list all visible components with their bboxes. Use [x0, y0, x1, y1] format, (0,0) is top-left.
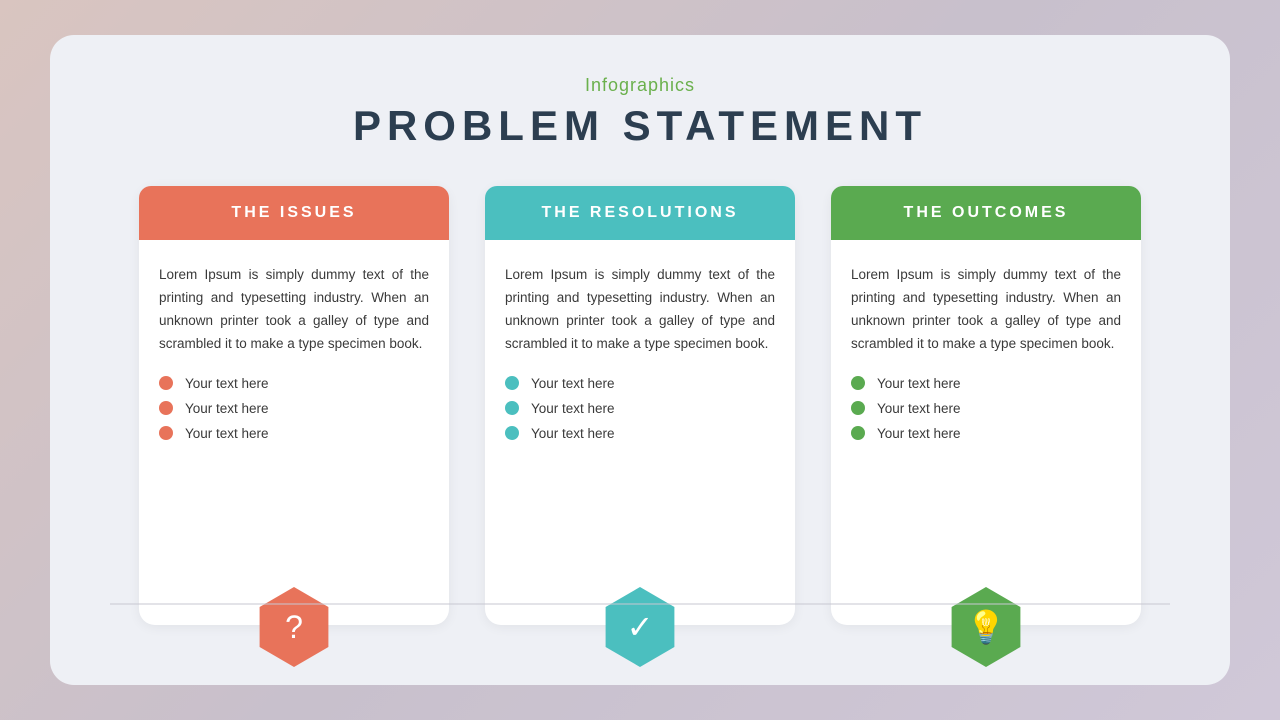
resolutions-bullet-3: Your text here	[531, 426, 615, 441]
list-item: Your text here	[505, 401, 775, 416]
outcomes-bullet-1: Your text here	[877, 376, 961, 391]
outcomes-bullet-list: Your text here Your text here Your text …	[851, 376, 1121, 441]
resolutions-bullet-list: Your text here Your text here Your text …	[505, 376, 775, 441]
outcomes-card: THE OUTCOMES Lorem Ipsum is simply dummy…	[831, 186, 1141, 625]
slide-header: Infographics PROBLEM STATEMENT	[353, 75, 927, 150]
slide-container: Infographics PROBLEM STATEMENT THE ISSUE…	[50, 35, 1230, 685]
question-mark-icon: ?	[254, 587, 334, 667]
issues-card: THE ISSUES Lorem Ipsum is simply dummy t…	[139, 186, 449, 625]
list-item: Your text here	[505, 376, 775, 391]
cards-container: THE ISSUES Lorem Ipsum is simply dummy t…	[110, 186, 1170, 625]
outcomes-card-title: THE OUTCOMES	[904, 204, 1069, 221]
list-item: Your text here	[851, 401, 1121, 416]
list-item: Your text here	[851, 426, 1121, 441]
list-item: Your text here	[851, 376, 1121, 391]
main-title: PROBLEM STATEMENT	[353, 102, 927, 150]
outcomes-card-header: THE OUTCOMES	[831, 186, 1141, 240]
bottom-divider	[110, 603, 1170, 605]
list-item: Your text here	[159, 401, 429, 416]
resolutions-card-body: Lorem Ipsum is simply dummy text of the …	[485, 240, 795, 595]
lightbulb-icon: 💡	[946, 587, 1026, 667]
bullet-dot-icon	[851, 426, 865, 440]
issues-bullet-list: Your text here Your text here Your text …	[159, 376, 429, 441]
outcomes-bullet-2: Your text here	[877, 401, 961, 416]
issues-card-body: Lorem Ipsum is simply dummy text of the …	[139, 240, 449, 595]
bullet-dot-icon	[851, 376, 865, 390]
resolutions-card: THE RESOLUTIONS Lorem Ipsum is simply du…	[485, 186, 795, 625]
outcomes-bullet-3: Your text here	[877, 426, 961, 441]
resolutions-card-title: THE RESOLUTIONS	[541, 204, 738, 221]
resolutions-bullet-1: Your text here	[531, 376, 615, 391]
issues-bullet-1: Your text here	[185, 376, 269, 391]
issues-body-text: Lorem Ipsum is simply dummy text of the …	[159, 264, 429, 356]
list-item: Your text here	[159, 426, 429, 441]
issues-bullet-2: Your text here	[185, 401, 269, 416]
resolutions-body-text: Lorem Ipsum is simply dummy text of the …	[505, 264, 775, 356]
bullet-dot-icon	[159, 426, 173, 440]
checkmark-icon: ✓	[600, 587, 680, 667]
issues-card-title: THE ISSUES	[231, 204, 356, 221]
resolutions-card-header: THE RESOLUTIONS	[485, 186, 795, 240]
issues-bullet-3: Your text here	[185, 426, 269, 441]
subtitle: Infographics	[353, 75, 927, 96]
bullet-dot-icon	[505, 376, 519, 390]
resolutions-bullet-2: Your text here	[531, 401, 615, 416]
bullet-dot-icon	[851, 401, 865, 415]
list-item: Your text here	[159, 376, 429, 391]
bullet-dot-icon	[159, 401, 173, 415]
bullet-dot-icon	[505, 401, 519, 415]
bullet-dot-icon	[505, 426, 519, 440]
list-item: Your text here	[505, 426, 775, 441]
outcomes-card-body: Lorem Ipsum is simply dummy text of the …	[831, 240, 1141, 595]
bullet-dot-icon	[159, 376, 173, 390]
outcomes-body-text: Lorem Ipsum is simply dummy text of the …	[851, 264, 1121, 356]
issues-card-header: THE ISSUES	[139, 186, 449, 240]
